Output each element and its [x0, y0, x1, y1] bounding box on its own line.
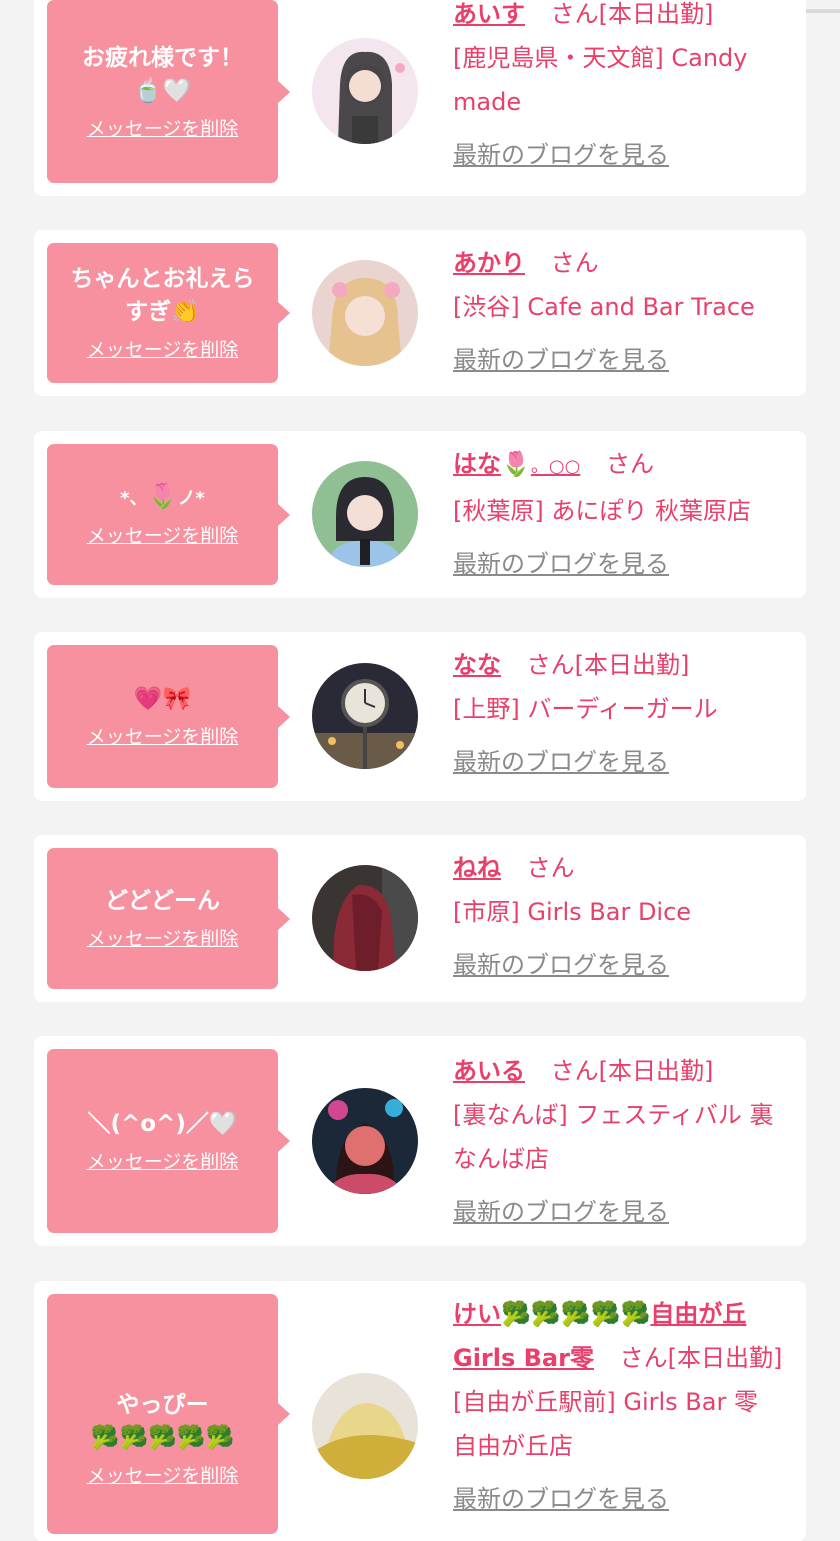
avatar[interactable] — [312, 1088, 418, 1194]
attendance-status: [本日出勤] — [598, 0, 714, 28]
emoji: 💗🎀 — [133, 686, 192, 712]
honorific: さん — [526, 651, 575, 679]
cast-name-link[interactable]: ねね — [453, 854, 501, 882]
cast-info: ねね さん [市原] Girls Bar Dice 最新のブログを見る — [453, 846, 793, 987]
message-card: 💗🎀 メッセージを削除 なな さん[本日出勤] [上野] バーディーガール 最新… — [34, 632, 806, 801]
shop-name: [鹿児島県・天文館] Candy made — [453, 44, 748, 116]
delete-message-link[interactable]: メッセージを削除 — [87, 926, 239, 952]
avatar[interactable] — [312, 865, 418, 971]
cast-info: はな🌷。○○ さん [秋葉原] あにぽり 秋葉原店 最新のブログを見る — [453, 442, 813, 586]
message-bubble: 💗🎀 メッセージを削除 — [47, 645, 290, 788]
shop-name: [自由が丘駅前] Girls Bar 零 自由が丘店 — [453, 1388, 782, 1460]
message-bubble: お疲れ様です！🍵🤍 メッセージを削除 — [47, 0, 290, 183]
avatar[interactable] — [312, 38, 418, 144]
message-card: ちゃんとお礼えらすぎ👏 メッセージを削除 あかり さん [渋谷] Cafe an… — [34, 230, 806, 396]
honorific: さん — [550, 1057, 599, 1085]
message-card: ＼(^o^)／🤍 メッセージを削除 あいる さん[本日出勤] [裏なんば] フェ… — [34, 1036, 806, 1246]
delete-message-link[interactable]: メッセージを削除 — [87, 116, 239, 142]
shop-name: [市原] Girls Bar Dice — [453, 898, 692, 926]
message-text: ＼(^o^)／🤍 — [55, 1108, 270, 1141]
message-text: 💗🎀 — [55, 683, 270, 716]
emoji: 🤍 — [208, 1110, 238, 1137]
cast-info: なな さん[本日出勤] [上野] バーディーガール 最新のブログを見る — [453, 643, 793, 784]
avatar[interactable] — [312, 1373, 418, 1479]
latest-blog-link[interactable]: 最新のブログを見る — [453, 740, 793, 784]
latest-blog-link[interactable]: 最新のブログを見る — [453, 542, 813, 586]
cast-name-link[interactable]: あいす — [453, 0, 525, 28]
honorific: さん — [605, 450, 654, 478]
latest-blog-link[interactable]: 最新のブログを見る — [453, 1190, 793, 1234]
shop-name: [秋葉原] あにぽり 秋葉原店 — [453, 497, 751, 525]
shop-name: [渋谷] Cafe and Bar Trace — [453, 293, 755, 321]
message-bubble: どどどーん メッセージを削除 — [47, 848, 290, 989]
cast-name-link[interactable]: あいる — [453, 1057, 525, 1085]
latest-blog-link[interactable]: 最新のブログを見る — [453, 338, 793, 382]
avatar[interactable] — [312, 461, 418, 567]
emoji: 🌷 — [501, 450, 531, 478]
message-card: やっぴー🥦🥦🥦🥦🥦 メッセージを削除 けい🥦🥦🥦🥦🥦自由が丘Girls Bar零… — [34, 1281, 806, 1541]
message-bubble: やっぴー🥦🥦🥦🥦🥦 メッセージを削除 — [47, 1294, 290, 1534]
message-card: どどどーん メッセージを削除 ねね さん [市原] Girls Bar Dice… — [34, 835, 806, 1002]
message-bubble: *、🌷ノ* メッセージを削除 — [47, 444, 290, 585]
message-bubble: ＼(^o^)／🤍 メッセージを削除 — [47, 1049, 290, 1233]
message-text: *、🌷ノ* — [55, 480, 270, 515]
delete-message-link[interactable]: メッセージを削除 — [87, 1149, 239, 1175]
honorific: さん — [619, 1344, 668, 1372]
attendance-status: [本日出勤] — [598, 1057, 714, 1085]
message-card: お疲れ様です！🍵🤍 メッセージを削除 あいす さん[本日出勤] [鹿児島県・天文… — [34, 0, 806, 196]
message-text: ちゃんとお礼えらすぎ👏 — [60, 263, 265, 329]
emoji: 🍵🤍 — [133, 77, 192, 104]
cast-info: あいる さん[本日出勤] [裏なんば] フェスティバル 裏なんば店 最新のブログ… — [453, 1049, 793, 1234]
latest-blog-link[interactable]: 最新のブログを見る — [453, 133, 793, 177]
message-card: *、🌷ノ* メッセージを削除 はな🌷。○○ さん [秋葉原] あにぽり 秋葉原店… — [34, 431, 806, 598]
delete-message-link[interactable]: メッセージを削除 — [87, 724, 239, 750]
honorific: さん — [550, 249, 599, 277]
message-text: どどどーん — [105, 888, 220, 914]
cast-info: あいす さん[本日出勤] [鹿児島県・天文館] Candy made 最新のブロ… — [453, 0, 793, 177]
emoji: 🥦🥦🥦🥦🥦 — [501, 1300, 651, 1328]
cast-name-link[interactable]: あかり — [453, 249, 525, 277]
emoji: 👏 — [171, 299, 200, 325]
latest-blog-link[interactable]: 最新のブログを見る — [453, 943, 793, 987]
emoji: 🥦🥦🥦🥦🥦 — [90, 1425, 235, 1451]
shop-name: [上野] バーディーガール — [453, 695, 718, 723]
shop-name: [裏なんば] フェスティバル 裏なんば店 — [453, 1101, 774, 1173]
cast-name-link[interactable]: はな🌷。○○ — [453, 450, 580, 478]
message-list: お疲れ様です！🍵🤍 メッセージを削除 あいす さん[本日出勤] [鹿児島県・天文… — [0, 0, 840, 1541]
message-bubble: ちゃんとお礼えらすぎ👏 メッセージを削除 — [47, 243, 290, 383]
avatar[interactable] — [312, 663, 418, 769]
delete-message-link[interactable]: メッセージを削除 — [87, 1463, 239, 1489]
cast-info: けい🥦🥦🥦🥦🥦自由が丘Girls Bar零 さん[本日出勤] [自由が丘駅前] … — [453, 1292, 793, 1521]
latest-blog-link[interactable]: 最新のブログを見る — [453, 1477, 793, 1521]
cast-name-link[interactable]: なな — [453, 651, 501, 679]
delete-message-link[interactable]: メッセージを削除 — [87, 523, 239, 549]
message-text: お疲れ様です！🍵🤍 — [55, 42, 270, 108]
avatar[interactable] — [312, 260, 418, 366]
honorific: さん — [550, 0, 599, 28]
attendance-status: [本日出勤] — [574, 651, 690, 679]
delete-message-link[interactable]: メッセージを削除 — [87, 337, 239, 363]
emoji: 🌷 — [147, 482, 178, 510]
message-text: やっぴー🥦🥦🥦🥦🥦 — [55, 1389, 270, 1455]
cast-info: あかり さん [渋谷] Cafe and Bar Trace 最新のブログを見る — [453, 241, 793, 382]
honorific: さん — [526, 854, 575, 882]
attendance-status: [本日出勤] — [667, 1344, 783, 1372]
